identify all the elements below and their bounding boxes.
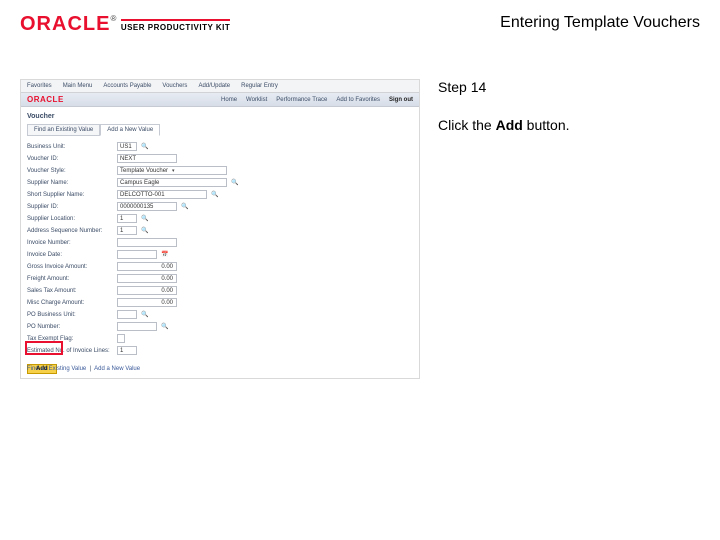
text-input[interactable] bbox=[117, 250, 157, 259]
nav-home[interactable]: Home bbox=[221, 97, 237, 103]
form-row: Invoice Date: 📅 bbox=[27, 250, 413, 259]
form-row: Address Sequence Number: 1 🔍 bbox=[27, 226, 413, 235]
field-label: Supplier Location: bbox=[27, 216, 113, 222]
lookup-icon[interactable]: 🔍 bbox=[231, 179, 239, 187]
breadcrumb-item[interactable]: Accounts Payable bbox=[103, 83, 151, 89]
page-title: Voucher bbox=[21, 107, 419, 124]
instruction-text: Click the Add button. bbox=[438, 117, 700, 133]
field-label: Short Supplier Name: bbox=[27, 192, 113, 198]
voucher-form: Business Unit:US1🔍Voucher ID:NEXTVoucher… bbox=[21, 136, 419, 360]
upk-subtitle: USER PRODUCTIVITY KIT bbox=[121, 19, 230, 32]
breadcrumb: Favorites Main Menu Accounts Payable Vou… bbox=[21, 80, 419, 93]
nav-perftrace[interactable]: Performance Trace bbox=[276, 97, 327, 103]
breadcrumb-item[interactable]: Main Menu bbox=[63, 83, 93, 89]
form-row: Supplier Location: 1 🔍 bbox=[27, 214, 413, 223]
text-input[interactable]: 0.00 bbox=[117, 286, 177, 295]
instruction-pane: Step 14 Click the Add button. bbox=[438, 79, 700, 520]
calendar-icon[interactable]: 📅 bbox=[161, 251, 169, 259]
footer-find-existing[interactable]: Find an Existing Value bbox=[27, 366, 86, 372]
form-row: Voucher Style: Template Voucher bbox=[27, 166, 413, 175]
form-row: Invoice Number: bbox=[27, 238, 413, 247]
checkbox[interactable] bbox=[117, 334, 125, 343]
form-row: Supplier Name: Campus Eagle 🔍 bbox=[27, 178, 413, 187]
text-input[interactable]: 0.00 bbox=[117, 274, 177, 283]
lookup-icon[interactable]: 🔍 bbox=[211, 191, 219, 199]
field-label: Misc Charge Amount: bbox=[27, 300, 113, 306]
instruction-bold: Add bbox=[496, 117, 523, 133]
lookup-icon[interactable]: 🔍 bbox=[181, 203, 189, 211]
field-label: PO Business Unit: bbox=[27, 312, 113, 318]
text-input[interactable]: DELCOTTO-001 bbox=[117, 190, 207, 199]
select[interactable]: Template Voucher bbox=[117, 166, 227, 175]
field-label: Supplier ID: bbox=[27, 204, 113, 210]
footer-add-new[interactable]: Add a New Value bbox=[94, 366, 140, 372]
form-row: PO Number: 🔍 bbox=[27, 322, 413, 331]
app-brand-bar: ORACLE Home Worklist Performance Trace A… bbox=[21, 93, 419, 107]
lookup-icon[interactable]: 🔍 bbox=[141, 227, 149, 235]
text-input[interactable]: 1 bbox=[117, 346, 137, 355]
oracle-branding: ORACLE® USER PRODUCTIVITY KIT bbox=[20, 14, 230, 35]
breadcrumb-item[interactable]: Vouchers bbox=[162, 83, 187, 89]
form-row: Gross Invoice Amount: 0.00 bbox=[27, 262, 413, 271]
tab-find-existing[interactable]: Find an Existing Value bbox=[27, 124, 100, 136]
form-row: Short Supplier Name: DELCOTTO-001 🔍 bbox=[27, 190, 413, 199]
field-label: Sales Tax Amount: bbox=[27, 288, 113, 294]
text-input[interactable] bbox=[117, 310, 137, 319]
oracle-logo: ORACLE bbox=[20, 13, 110, 35]
lookup-icon[interactable]: 🔍 bbox=[141, 143, 149, 151]
form-row: Misc Charge Amount: 0.00 bbox=[27, 298, 413, 307]
field-label: Gross Invoice Amount: bbox=[27, 264, 113, 270]
footer-links: Find an Existing Value | Add a New Value bbox=[27, 366, 140, 372]
lookup-icon[interactable]: 🔍 bbox=[141, 215, 149, 223]
nav-worklist[interactable]: Worklist bbox=[246, 97, 267, 103]
field-label: Voucher ID: bbox=[27, 156, 113, 162]
text-input[interactable]: 0.00 bbox=[117, 298, 177, 307]
upk-header: ORACLE® USER PRODUCTIVITY KIT Entering T… bbox=[0, 0, 720, 39]
instruction-post: button. bbox=[523, 117, 570, 133]
lesson-title: Entering Template Vouchers bbox=[500, 14, 700, 32]
nav-add-fav[interactable]: Add to Favorites bbox=[336, 97, 380, 103]
field-label: Freight Amount: bbox=[27, 276, 113, 282]
instruction-pre: Click the bbox=[438, 117, 496, 133]
form-row: Supplier ID: 0000000135 🔍 bbox=[27, 202, 413, 211]
field-label: Invoice Date: bbox=[27, 252, 113, 258]
breadcrumb-item[interactable]: Add/Update bbox=[198, 83, 230, 89]
text-input[interactable]: 0.00 bbox=[117, 262, 177, 271]
text-input[interactable]: NEXT bbox=[117, 154, 177, 163]
form-row: Voucher ID: NEXT bbox=[27, 154, 413, 163]
lookup-icon[interactable]: 🔍 bbox=[141, 311, 149, 319]
field-label: Voucher Style: bbox=[27, 168, 113, 174]
form-row: PO Business Unit: 🔍 bbox=[27, 310, 413, 319]
step-label: Step 14 bbox=[438, 79, 700, 95]
field-label: Tax Exempt Flag: bbox=[27, 336, 113, 342]
text-input[interactable]: 0000000135 bbox=[117, 202, 177, 211]
field-label: Estimated No. of Invoice Lines: bbox=[27, 348, 113, 354]
text-input[interactable]: 1 bbox=[117, 226, 137, 235]
text-input[interactable] bbox=[117, 238, 177, 247]
text-input[interactable]: 1 bbox=[117, 214, 137, 223]
tab-strip: Find an Existing Value Add a New Value bbox=[21, 124, 419, 136]
form-row: Tax Exempt Flag: bbox=[27, 334, 413, 343]
form-row: Business Unit: US1 🔍 bbox=[27, 142, 413, 151]
text-input[interactable] bbox=[117, 322, 157, 331]
text-input[interactable]: Campus Eagle bbox=[117, 178, 227, 187]
mini-oracle-logo: ORACLE bbox=[27, 95, 64, 104]
form-row: Freight Amount: 0.00 bbox=[27, 274, 413, 283]
field-label: Supplier Name: bbox=[27, 180, 113, 186]
breadcrumb-item[interactable]: Favorites bbox=[27, 83, 52, 89]
form-row: Estimated No. of Invoice Lines: 1 bbox=[27, 346, 413, 355]
form-row: Sales Tax Amount: 0.00 bbox=[27, 286, 413, 295]
nav-signout[interactable]: Sign out bbox=[389, 97, 413, 103]
trademark: ® bbox=[110, 14, 116, 23]
field-label: Address Sequence Number: bbox=[27, 228, 113, 234]
lookup-icon[interactable]: 🔍 bbox=[161, 323, 169, 331]
field-label: PO Number: bbox=[27, 324, 113, 330]
screenshot-pane: Favorites Main Menu Accounts Payable Vou… bbox=[20, 79, 420, 379]
field-label: Invoice Number: bbox=[27, 240, 113, 246]
tab-add-new[interactable]: Add a New Value bbox=[100, 124, 160, 136]
text-input[interactable]: US1 bbox=[117, 142, 137, 151]
field-label: Business Unit: bbox=[27, 144, 113, 150]
breadcrumb-item[interactable]: Regular Entry bbox=[241, 83, 278, 89]
